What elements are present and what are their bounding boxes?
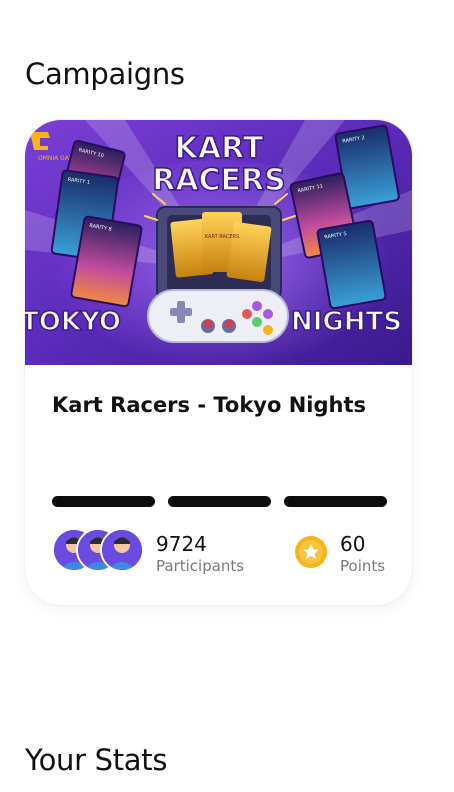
participants-label: Participants — [156, 557, 245, 575]
avatar — [100, 528, 144, 572]
participants-count: 9724 — [156, 532, 207, 556]
campaign-title: Kart Racers - Tokyo Nights — [52, 393, 367, 417]
svg-text:KART: KART — [175, 131, 264, 166]
svg-text:RACERS: RACERS — [152, 163, 286, 198]
svg-text:NIGHTS: NIGHTS — [291, 307, 402, 337]
points-label: Points — [340, 557, 386, 575]
progress-segment — [52, 496, 155, 507]
campaign-progress — [52, 496, 387, 507]
your-stats-section-title: Your Stats — [25, 743, 168, 777]
participant-avatars — [52, 528, 144, 572]
svg-text:TOKYO: TOKYO — [25, 307, 121, 337]
campaign-banner-image: OMNIA GAMES KART RACERS RARITY 10 RARITY… — [25, 120, 412, 365]
svg-text:KART RACERS: KART RACERS — [205, 234, 239, 240]
campaigns-section-title: Campaigns — [25, 57, 185, 91]
progress-segment — [284, 496, 387, 507]
points-count: 60 — [340, 532, 366, 556]
campaign-card[interactable]: OMNIA GAMES KART RACERS RARITY 10 RARITY… — [25, 120, 412, 605]
star-icon — [295, 536, 327, 568]
progress-segment — [168, 496, 271, 507]
